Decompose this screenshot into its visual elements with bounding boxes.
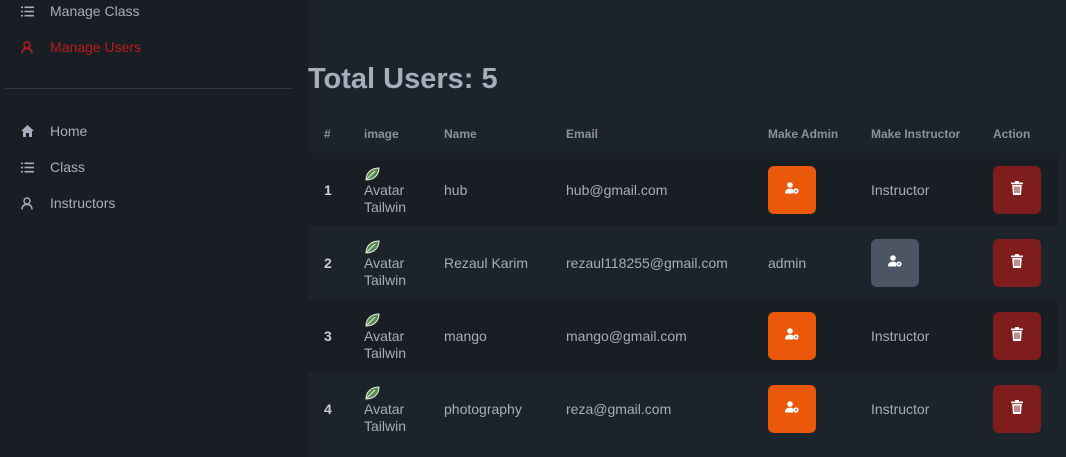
broken-image-icon xyxy=(364,312,380,327)
make-instructor-cell: Instructor xyxy=(871,299,993,372)
row-number: 2 xyxy=(308,226,364,299)
user-gear-icon xyxy=(785,182,799,197)
avatar-cell: Avatar Tailwind xyxy=(364,372,444,445)
user-name: photography xyxy=(444,372,566,445)
table-row: 3 Avatar Tailwind mango mango@gmail.com … xyxy=(308,299,1057,372)
user-email: hub@gmail.com xyxy=(566,153,768,226)
action-cell xyxy=(993,372,1057,445)
user-email: mango@gmail.com xyxy=(566,299,768,372)
avatar: Avatar Tailwind xyxy=(364,312,406,359)
make-admin-button[interactable] xyxy=(768,384,816,433)
sidebar-item-class[interactable]: Class xyxy=(20,152,85,182)
make-admin-button[interactable] xyxy=(768,311,816,360)
make-admin-cell: admin xyxy=(768,226,871,299)
column-header-name: Name xyxy=(444,127,477,141)
action-cell xyxy=(993,226,1057,299)
avatar-cell: Avatar Tailwind xyxy=(364,226,444,299)
user-name: Rezaul Karim xyxy=(444,226,566,299)
users-table: # image Name Email Make Admin Make Instr… xyxy=(308,115,1057,445)
sidebar-item-label: Manage Class xyxy=(50,3,140,19)
avatar-alt-text: Avatar Tailwind xyxy=(364,181,406,213)
column-header-make-instructor: Make Instructor xyxy=(871,127,961,141)
user-gear-icon xyxy=(888,255,902,270)
make-admin-cell xyxy=(768,299,871,372)
trash-icon xyxy=(1011,327,1023,344)
avatar-alt-text: Avatar Tailwind xyxy=(364,400,406,432)
column-header-action: Action xyxy=(993,127,1031,141)
sidebar-item-manage-class[interactable]: Manage Class xyxy=(20,0,140,26)
sidebar-divider xyxy=(5,88,292,89)
action-cell xyxy=(993,153,1057,226)
avatar-alt-text: Avatar Tailwind xyxy=(364,327,406,359)
row-number: 3 xyxy=(308,299,364,372)
make-instructor-cell: Instructor xyxy=(871,153,993,226)
user-email: reza@gmail.com xyxy=(566,372,768,445)
column-header-make-admin: Make Admin xyxy=(768,127,839,141)
main-content: Total Users: 5 # image Name Email Make A… xyxy=(308,0,1066,457)
make-instructor-button[interactable] xyxy=(871,238,919,287)
make-admin-cell xyxy=(768,153,871,226)
sidebar-item-label: Home xyxy=(50,123,88,139)
avatar: Avatar Tailwind xyxy=(364,385,406,432)
broken-image-icon xyxy=(364,239,380,254)
broken-image-icon xyxy=(364,385,380,400)
table-row: 1 Avatar Tailwind hub hub@gmail.com Inst… xyxy=(308,153,1057,226)
user-email: rezaul118255@gmail.com xyxy=(566,226,768,299)
row-number: 1 xyxy=(308,153,364,226)
make-admin-cell xyxy=(768,372,871,445)
user-icon xyxy=(20,40,34,54)
instructor-role-text: Instructor xyxy=(871,400,930,417)
avatar: Avatar Tailwind xyxy=(364,239,406,286)
column-header-email: Email xyxy=(566,127,599,141)
sidebar-item-label: Class xyxy=(50,159,86,175)
delete-button[interactable] xyxy=(993,165,1041,214)
list-icon xyxy=(20,4,34,18)
sidebar: Manage Class Manage Users Home Class Ins… xyxy=(0,0,308,457)
delete-button[interactable] xyxy=(993,238,1041,287)
avatar-alt-text: Avatar Tailwind xyxy=(364,254,406,286)
sidebar-item-manage-users[interactable]: Manage Users xyxy=(20,32,141,62)
column-header-image: image xyxy=(364,127,399,141)
sidebar-item-label: Instructors xyxy=(50,195,116,211)
user-icon xyxy=(20,196,34,210)
action-cell xyxy=(993,299,1057,372)
user-name: hub xyxy=(444,153,566,226)
sidebar-item-home[interactable]: Home xyxy=(20,116,87,146)
user-name: mango xyxy=(444,299,566,372)
table-header-row: # image Name Email Make Admin Make Instr… xyxy=(308,115,1057,153)
home-icon xyxy=(20,124,34,138)
table-row: 2 Avatar Tailwind Rezaul Karim rezaul118… xyxy=(308,226,1057,299)
trash-icon xyxy=(1011,400,1023,417)
delete-button[interactable] xyxy=(993,311,1041,360)
make-admin-button[interactable] xyxy=(768,165,816,214)
trash-icon xyxy=(1011,254,1023,271)
column-header-number: # xyxy=(324,127,331,141)
page-title: Total Users: 5 xyxy=(308,63,498,95)
row-number: 4 xyxy=(308,372,364,445)
user-gear-icon xyxy=(785,328,799,343)
avatar: Avatar Tailwind xyxy=(364,166,406,213)
make-instructor-cell: Instructor xyxy=(871,372,993,445)
sidebar-item-label: Manage Users xyxy=(50,39,142,55)
instructor-role-text: Instructor xyxy=(871,181,930,198)
avatar-cell: Avatar Tailwind xyxy=(364,153,444,226)
list-icon xyxy=(20,160,34,174)
avatar-cell: Avatar Tailwind xyxy=(364,299,444,372)
user-gear-icon xyxy=(785,401,799,416)
admin-role-text: admin xyxy=(768,254,807,271)
make-instructor-cell xyxy=(871,226,993,299)
instructor-role-text: Instructor xyxy=(871,327,930,344)
trash-icon xyxy=(1011,181,1023,198)
sidebar-item-instructors[interactable]: Instructors xyxy=(20,188,115,218)
delete-button[interactable] xyxy=(993,384,1041,433)
broken-image-icon xyxy=(364,166,380,181)
table-row: 4 Avatar Tailwind photography reza@gmail… xyxy=(308,372,1057,445)
